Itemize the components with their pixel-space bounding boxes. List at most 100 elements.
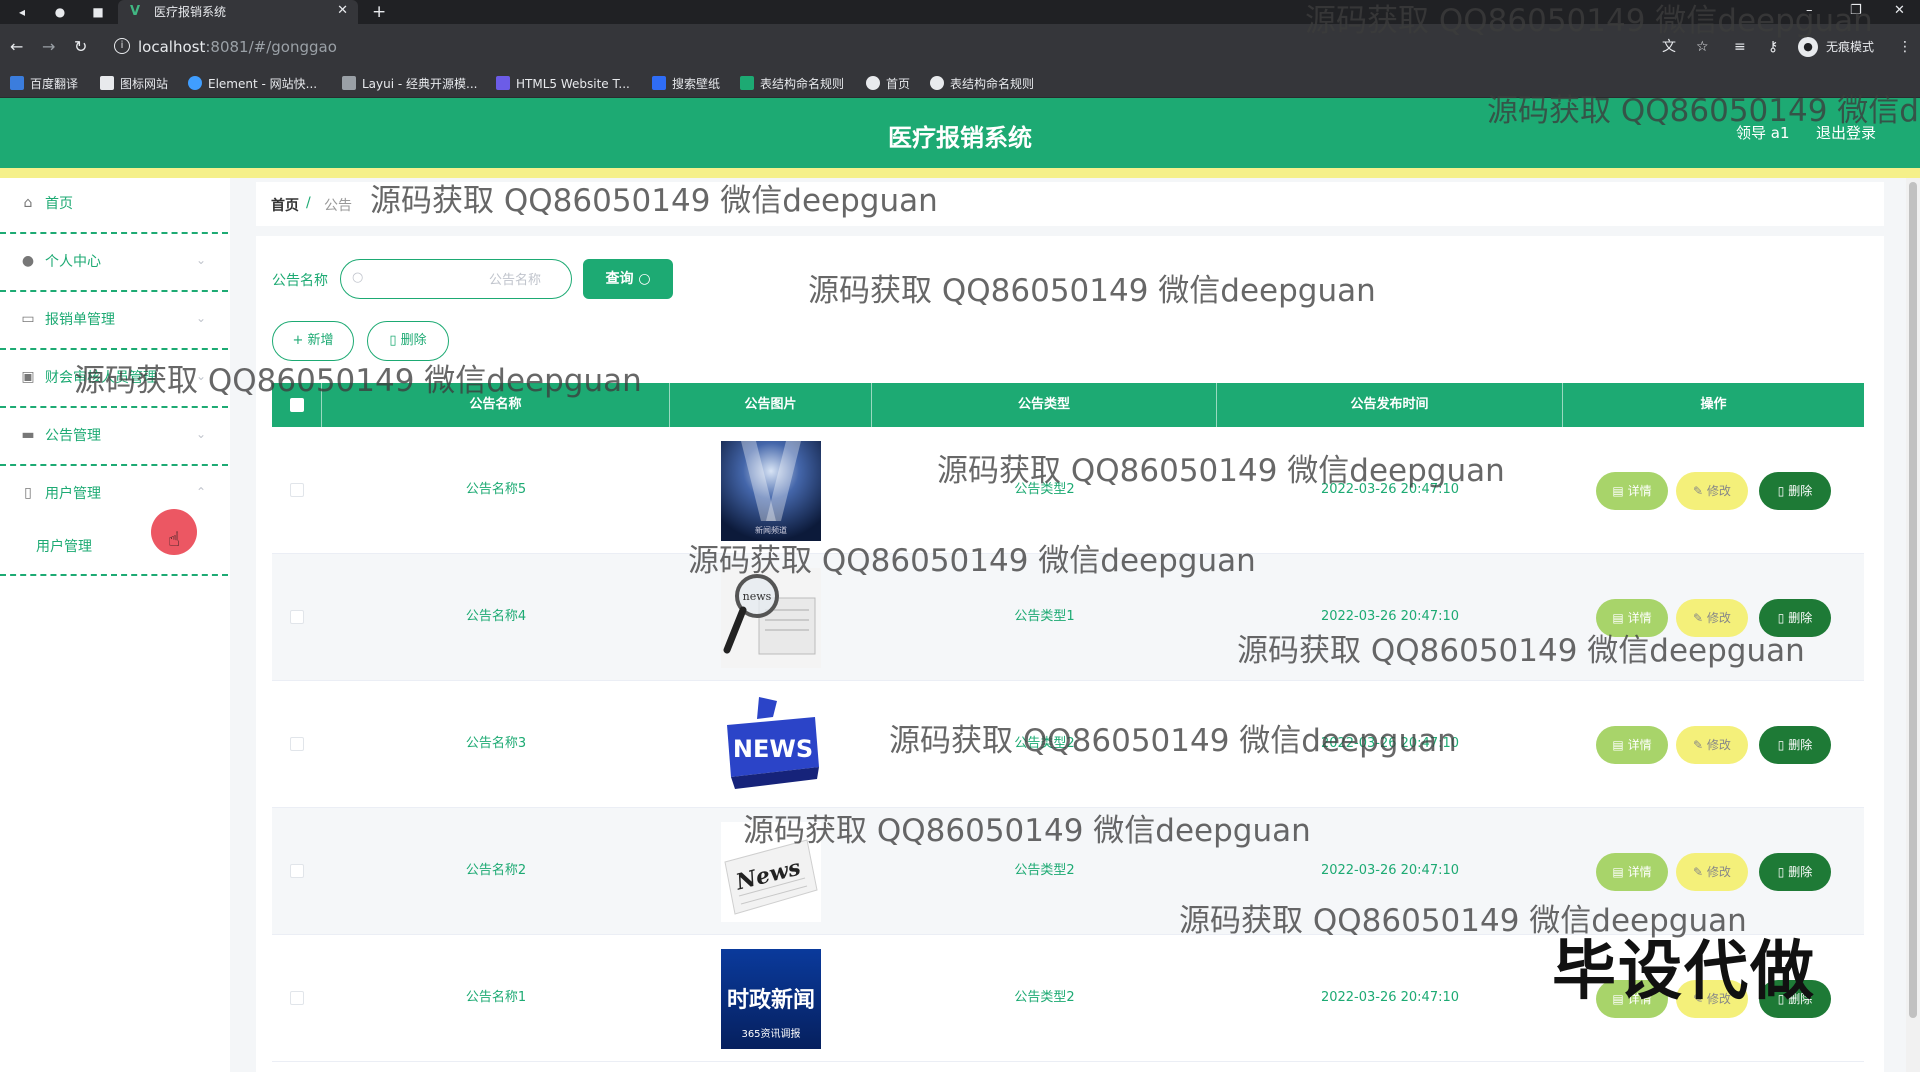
- pencil-icon: ✎: [1693, 611, 1707, 625]
- close-window-icon[interactable]: ✕: [1894, 2, 1905, 20]
- row-checkbox[interactable]: [290, 737, 304, 751]
- cell-name: 公告名称1: [465, 990, 527, 1005]
- announcement-image: 时政新闻 365资讯调报: [721, 949, 821, 1049]
- search-input[interactable]: [340, 259, 572, 299]
- watermark-text: 源码获取 QQ86050149 微信dee: [1487, 93, 1920, 129]
- forward-icon[interactable]: →: [42, 38, 55, 56]
- plus-icon: +: [292, 333, 308, 348]
- new-tab-icon[interactable]: +: [372, 2, 386, 22]
- url-text[interactable]: localhost:8081/#/gonggao: [138, 38, 337, 56]
- key-icon[interactable]: ⚷: [1768, 38, 1778, 56]
- bookmark-item[interactable]: 表结构命名规则: [930, 76, 1034, 92]
- site-info-icon[interactable]: i: [114, 38, 130, 54]
- detail-button[interactable]: ▤ 详情: [1596, 726, 1668, 764]
- cell-type: 公告类型2: [1014, 863, 1075, 878]
- add-button[interactable]: + 新增: [272, 321, 354, 361]
- vue-logo-icon: V: [130, 4, 141, 19]
- edit-button[interactable]: ✎ 修改: [1676, 726, 1748, 764]
- menu-icon[interactable]: ⋮: [1898, 38, 1912, 56]
- sidebar-item-home[interactable]: ⌂ 首页: [0, 178, 228, 234]
- watermark-text: 源码获取 QQ86050149 微信deepguan: [937, 453, 1505, 489]
- document-icon: ▤: [1612, 865, 1628, 879]
- cell-type: 公告类型2: [1014, 990, 1075, 1005]
- reload-icon[interactable]: ↻: [74, 38, 87, 56]
- tab-close-icon[interactable]: ✕: [337, 3, 348, 19]
- incognito-icon[interactable]: ●: [1798, 37, 1818, 57]
- watermark-text: 源码获取 QQ86050149 微信deepguan: [808, 273, 1376, 309]
- header-time: 公告发布时间: [1217, 383, 1563, 427]
- incognito-label: 无痕模式: [1826, 40, 1875, 54]
- browser-tab[interactable]: V 医疗报销系统 ✕: [118, 0, 358, 24]
- trash-icon: ▯: [1777, 611, 1789, 625]
- chevron-down-icon: ⌄: [195, 427, 206, 441]
- sidebar-item-reimbursement[interactable]: ▭ 报销单管理 ⌄: [0, 294, 228, 350]
- bookmark-item[interactable]: 表结构命名规则: [740, 76, 844, 92]
- row-checkbox[interactable]: [290, 864, 304, 878]
- detail-button[interactable]: ▤ 详情: [1596, 472, 1668, 510]
- bookmark-item[interactable]: 图标网站: [100, 76, 168, 92]
- bookmark-item[interactable]: 百度翻译: [10, 76, 78, 92]
- delete-button[interactable]: ▯ 删除: [1759, 726, 1831, 764]
- cell-time: 2022-03-26 20:47:10: [1320, 609, 1460, 624]
- bookmark-item[interactable]: 首页: [866, 76, 910, 92]
- detail-button[interactable]: ▤ 详情: [1596, 853, 1668, 891]
- hand-cursor-icon: ☝: [168, 527, 181, 551]
- scrollbar-thumb[interactable]: [1909, 182, 1917, 1018]
- document-icon: ▤: [1612, 484, 1628, 498]
- chat-icon: ▬: [21, 427, 35, 443]
- row-checkbox[interactable]: [290, 610, 304, 624]
- cell-name: 公告名称3: [465, 736, 527, 751]
- edit-button[interactable]: ✎ 修改: [1676, 853, 1748, 891]
- bookmark-item[interactable]: Element - 网站快...: [188, 76, 317, 92]
- profile-icon[interactable]: ●: [52, 4, 68, 20]
- batch-delete-button[interactable]: ▯ 删除: [367, 321, 449, 361]
- bookmark-item[interactable]: 搜索壁纸: [652, 76, 720, 92]
- sidebar-item-personal-center[interactable]: ● 个人中心 ⌄: [0, 236, 228, 292]
- query-button[interactable]: 查询 ○: [583, 259, 673, 299]
- home-icon: ⌂: [23, 195, 33, 211]
- row-checkbox[interactable]: [290, 991, 304, 1005]
- user-icon: ●: [21, 253, 35, 269]
- announcement-image: NEWS: [721, 695, 821, 795]
- sidebar-subitem-user-management[interactable]: 用户管理: [36, 536, 92, 556]
- row-checkbox[interactable]: [290, 483, 304, 497]
- back-icon[interactable]: ←: [10, 38, 23, 56]
- audio-icon[interactable]: ◂: [14, 4, 30, 20]
- trash-icon: ▯: [1777, 865, 1789, 879]
- bookmark-item[interactable]: HTML5 Website T...: [496, 76, 630, 92]
- cell-time: 2022-03-26 20:47:10: [1320, 863, 1460, 878]
- trash-icon: ▯: [1777, 484, 1789, 498]
- delete-button[interactable]: ▯ 删除: [1759, 472, 1831, 510]
- watermark-text: 源码获取 QQ86050149 微信deepguan: [74, 363, 642, 399]
- breadcrumb-separator: /: [306, 195, 311, 211]
- header-type: 公告类型: [872, 383, 1217, 427]
- bookmark-item[interactable]: Layui - 经典开源模...: [342, 76, 477, 92]
- chevron-down-icon: ⌄: [195, 311, 206, 325]
- search-icon: ○: [638, 271, 651, 287]
- edit-button[interactable]: ✎ 修改: [1676, 472, 1748, 510]
- translate-icon[interactable]: 文: [1662, 38, 1676, 56]
- sidebar-item-label: 用户管理: [45, 486, 101, 502]
- document-icon: ▤: [1612, 738, 1628, 752]
- watermark-text: 源码获取 QQ86050149 微信deepguan: [688, 543, 1256, 579]
- sidebar-item-announcement[interactable]: ▬ 公告管理 ⌄: [0, 410, 228, 466]
- announcement-image: news: [721, 568, 821, 668]
- breadcrumb-home[interactable]: 首页: [271, 195, 299, 215]
- watermark-text: 源码获取 QQ86050149 微信deepguan: [1305, 3, 1873, 39]
- header-stripe: [0, 168, 1920, 178]
- delete-button[interactable]: ▯ 删除: [1759, 853, 1831, 891]
- pencil-icon: ✎: [1693, 738, 1707, 752]
- reading-list-icon[interactable]: ≡: [1734, 38, 1746, 56]
- breadcrumb-current: 公告: [324, 198, 352, 214]
- watermark-text: 源码获取 QQ86050149 微信deepguan: [889, 723, 1457, 759]
- phone-icon: ▯: [24, 485, 32, 501]
- header-actions: 操作: [1700, 397, 1727, 412]
- watermark-text: 源码获取 QQ86050149 微信deepguan: [1237, 633, 1805, 669]
- tab-title: 医疗报销系统: [154, 5, 227, 19]
- bookmark-star-icon[interactable]: ☆: [1696, 38, 1709, 56]
- sidebar: ⌂ 首页 ● 个人中心 ⌄ ▭ 报销单管理 ⌄ ▣ 财会审核人员管理 ⌄ ▬ 公…: [0, 178, 230, 1072]
- select-all-checkbox[interactable]: [290, 398, 304, 412]
- tab-search-icon[interactable]: ■: [90, 4, 106, 20]
- stamp-text: 毕设代做: [1552, 935, 1816, 1009]
- trash-icon: ▯: [1777, 738, 1789, 752]
